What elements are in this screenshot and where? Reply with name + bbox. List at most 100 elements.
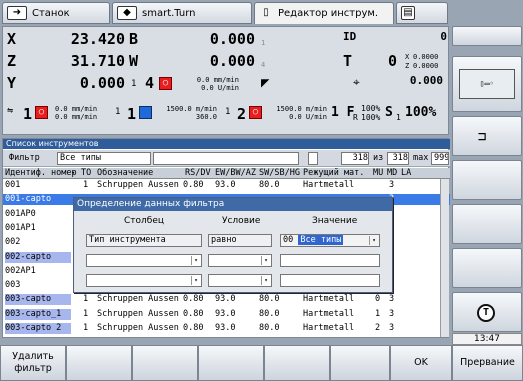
machine-view-icon: ▯▭◦ [459,69,515,99]
cell-id: 003 [5,280,21,291]
side-key-4[interactable] [452,160,522,200]
col-name[interactable]: Обозначение [97,168,153,179]
chevron-down-icon: ▾ [261,276,270,285]
smart-turn-arrow-icon: ◆ [117,6,137,20]
spindle-1-num: 1 [23,105,33,123]
tab-machine[interactable]: ➜ Станок [2,2,110,24]
spindle-override-pct: 100% [405,105,437,120]
filter-value-3[interactable] [280,274,380,287]
table-row[interactable]: 003-capto_1 1 Schruppen Aussen 0.80 93.0 80.0… [3,308,450,320]
softkey-6[interactable] [330,345,390,381]
softkey-3[interactable] [132,345,198,381]
side-key-5[interactable] [452,204,522,244]
cancel-button[interactable]: Прервание [452,345,523,381]
col-ew[interactable]: EW/BW/AZ [215,168,256,179]
table-row[interactable]: 003-capto 2 1 Schruppen Aussen 0.80 93.0 80.0… [3,323,450,334]
cell-id: 001AP0 [5,208,36,219]
dialog-val-label: Значение [312,216,358,226]
cell-id: 001AP1 [5,222,36,233]
feed-override-pct: 100% [361,104,381,113]
col-la[interactable]: LA [401,168,411,179]
cell-to: 1 [83,308,89,319]
cell-mat: Hartmetall [303,308,355,319]
spindle-1-stop-icon: ○ [35,106,48,119]
filter-column-2[interactable]: ▾ [86,254,202,267]
cell-id: 001-capto [5,194,52,205]
tab-save[interactable]: ▤ [396,2,448,24]
col-mat[interactable]: Режущий мат. [303,168,364,179]
feed-u-min: 0.0 U/min [201,84,239,92]
filter-column-3[interactable]: ▾ [86,274,202,287]
spindle-n1b: 1 [127,105,137,123]
cell-name: Schruppen Aussen [97,180,179,190]
side-key-1[interactable] [452,26,522,46]
cell-id: 002 [5,237,21,248]
side-key-tool[interactable]: ⊐ [452,116,522,156]
cell-rs: 0.80 [183,180,204,190]
side-key-tool-select[interactable]: T [452,292,522,332]
cell-md: 3 [389,308,395,319]
sort-down-icon: ▾ [71,169,76,177]
filter-bar: Фильтр Все типы 318 из 318 max 999 [3,150,450,167]
status-row-spindles: ⇋ 1 ○ 0.0 mm/min 0.0 mm/min 1 1 1500.0 m… [3,99,450,129]
delete-filter-button[interactable]: Удалить фильтр [0,345,66,381]
channel-icon: ⇋ [7,105,14,116]
list-scrollbar[interactable] [440,179,449,337]
spindle-n1: 1 [115,107,121,117]
softkey-5[interactable] [264,345,330,381]
filter-condition-1[interactable]: равно [208,234,272,247]
filter-condition-3[interactable]: ▾ [208,274,272,287]
ok-button[interactable]: OK [390,345,452,381]
axis-b-sub: 1 [261,39,266,47]
chevron-down-icon: ▾ [261,256,270,265]
cell-rs: 0.80 [183,323,204,333]
tool-z-offset: 0.0000 [413,62,439,70]
tab-smart-turn[interactable]: ◆ smart.Turn [112,2,252,24]
cell-id: 001 [5,180,21,190]
id-value: 0 [440,30,447,43]
col-id[interactable]: Идентиф. номер [5,168,77,179]
filter-condition-2[interactable]: ▾ [208,254,272,267]
spindle-2-rpm-a: 1500.0 m/min [276,105,327,113]
filter-max: 999 [431,152,449,165]
filter-column-1[interactable]: Тип инструмента [86,234,202,247]
tab-smart-turn-label: smart.Turn [142,7,196,19]
feed-mm-min: 0.0 mm/min [196,76,239,84]
dialog-col-label: Столбец [124,216,164,226]
table-row[interactable]: 001 1 Schruppen Aussen 0.80 93.0 80.0 Hartmeta… [3,180,450,191]
cell-id: 003-capto [5,294,71,306]
spindle-s-label: S [385,105,393,120]
softkey-2[interactable] [66,345,132,381]
axis-w-value: 0.000 [209,52,255,70]
cell-name: Schruppen Aussen [97,294,179,305]
col-to[interactable]: ТО [81,168,91,179]
cell-ew: 93.0 [215,323,236,333]
spindle-1-feed-b: 0.0 mm/min [55,113,98,121]
filter-toggle[interactable] [308,152,318,165]
filter-extra-field[interactable] [153,152,299,165]
col-rs[interactable]: RS/DV [185,168,211,179]
table-row[interactable]: 003-capto 1 Schruppen Aussen 0.80 93.0 80.0 Ha… [3,294,450,306]
axis-z-label: Z [7,52,17,70]
col-mu[interactable]: MU [373,168,383,179]
side-key-machine-view[interactable]: ▯▭◦ [452,56,522,112]
filter-value-field[interactable]: Все типы [57,152,151,165]
tool-x-offset: 0.0000 [413,53,439,61]
filter-value-2[interactable] [280,254,380,267]
axis-b-value: 0.000 [209,30,255,48]
clock: 13:47 [452,333,522,345]
machine-status-panel: X 23.420 B 0.000 1 ID 0 Z 31.710 W 0.000… [2,26,449,135]
filter-value-1[interactable]: 00 Все типы ▾ [280,234,380,247]
tab-tool-editor-label: Редактор инструм. [278,8,379,19]
side-key-6[interactable] [452,248,522,288]
cell-mat: Hartmetall [303,294,355,305]
status-row-z: Z 31.710 W 0.000 4 T 0 X 0.0000 Z 0.0000 [3,51,450,73]
tool-holder-icon: ⊐ [478,129,487,145]
tab-tool-editor[interactable]: ▯ Редактор инструм. [254,2,394,24]
softkey-4[interactable] [198,345,264,381]
dialog-title: Определение данных фильтра [74,198,392,211]
col-sw[interactable]: SW/SB/HG [259,168,300,179]
cell-ew: 93.0 [215,308,236,319]
filter-max-label: max [413,153,429,163]
col-md[interactable]: MD [387,168,397,179]
